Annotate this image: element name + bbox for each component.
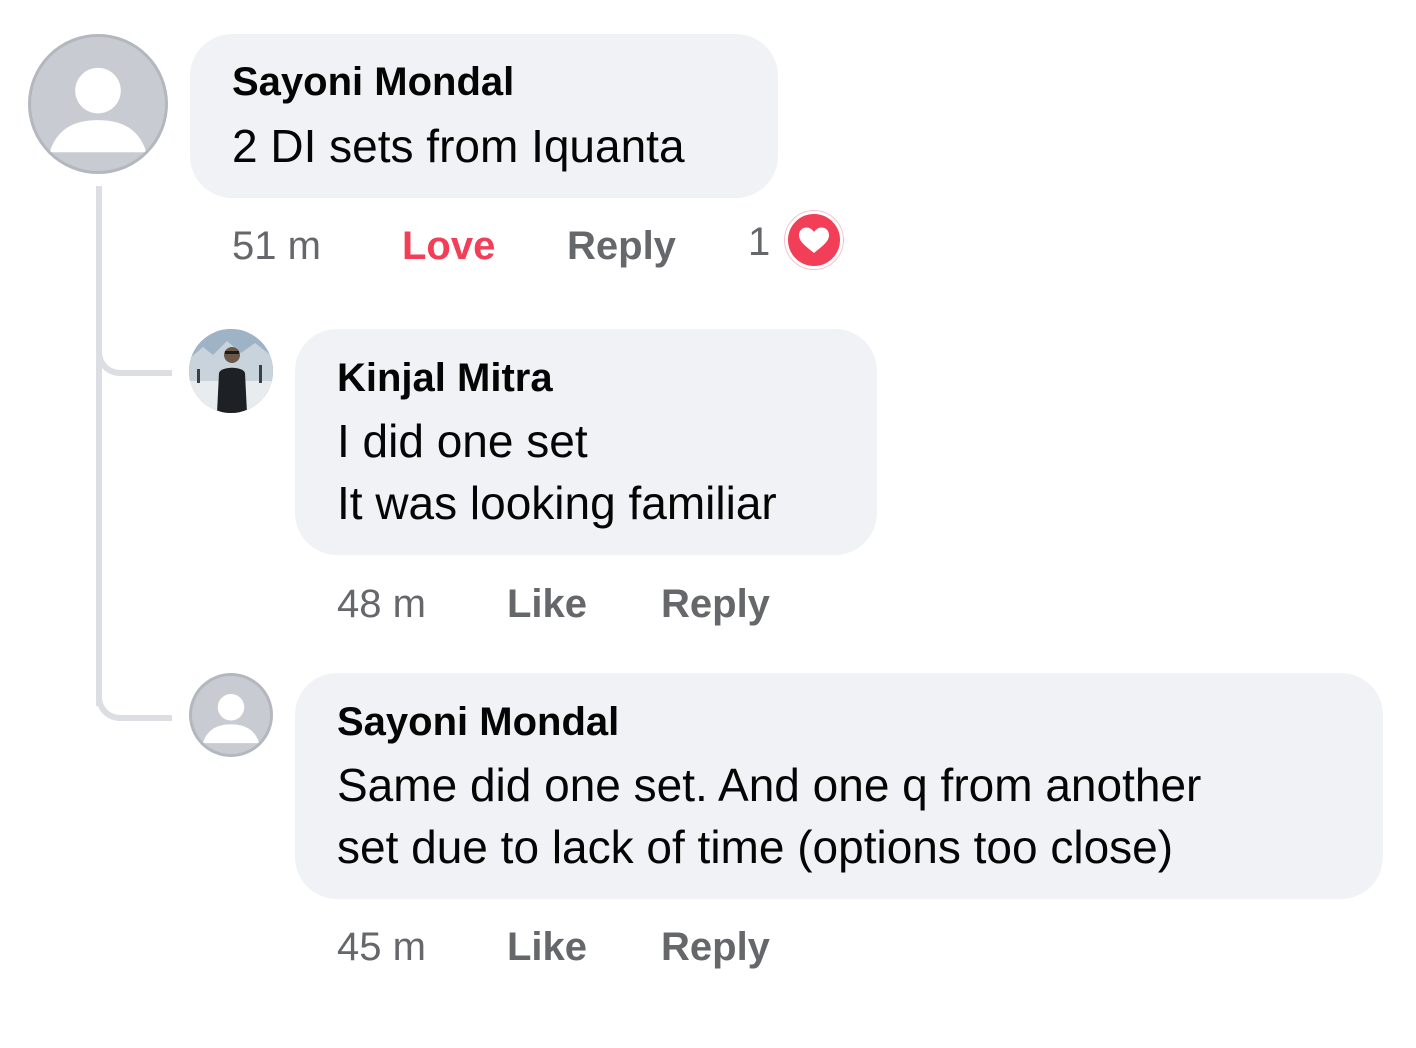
like-button[interactable]: Like [507,923,587,971]
reaction-count[interactable]: 1 [748,218,770,266]
comment-text: Same did one set. And one q from another… [337,759,1202,873]
comment-timestamp[interactable]: 48 m [337,580,426,628]
thread-line-branch-2 [96,645,172,721]
comment-timestamp[interactable]: 51 m [232,222,321,270]
comment-author[interactable]: Sayoni Mondal [232,58,514,106]
love-button[interactable]: Love [402,222,495,270]
profile-photo-avatar[interactable] [189,329,273,413]
comment-author[interactable]: Sayoni Mondal [337,698,619,746]
comment-text: I did one set It was looking familiar [337,415,777,529]
heart-icon[interactable] [785,211,843,269]
reply-button[interactable]: Reply [567,222,676,270]
default-avatar-icon[interactable] [189,673,273,757]
reply-button[interactable]: Reply [661,923,770,971]
comment-text: 2 DI sets from Iquanta [232,120,685,172]
like-button[interactable]: Like [507,580,587,628]
comment-author[interactable]: Kinjal Mitra [337,354,553,402]
comment-timestamp[interactable]: 45 m [337,923,426,971]
thread-line-vertical [96,186,102,706]
thread-line-branch-1 [96,300,172,376]
reply-button[interactable]: Reply [661,580,770,628]
default-avatar-icon[interactable] [28,34,168,174]
